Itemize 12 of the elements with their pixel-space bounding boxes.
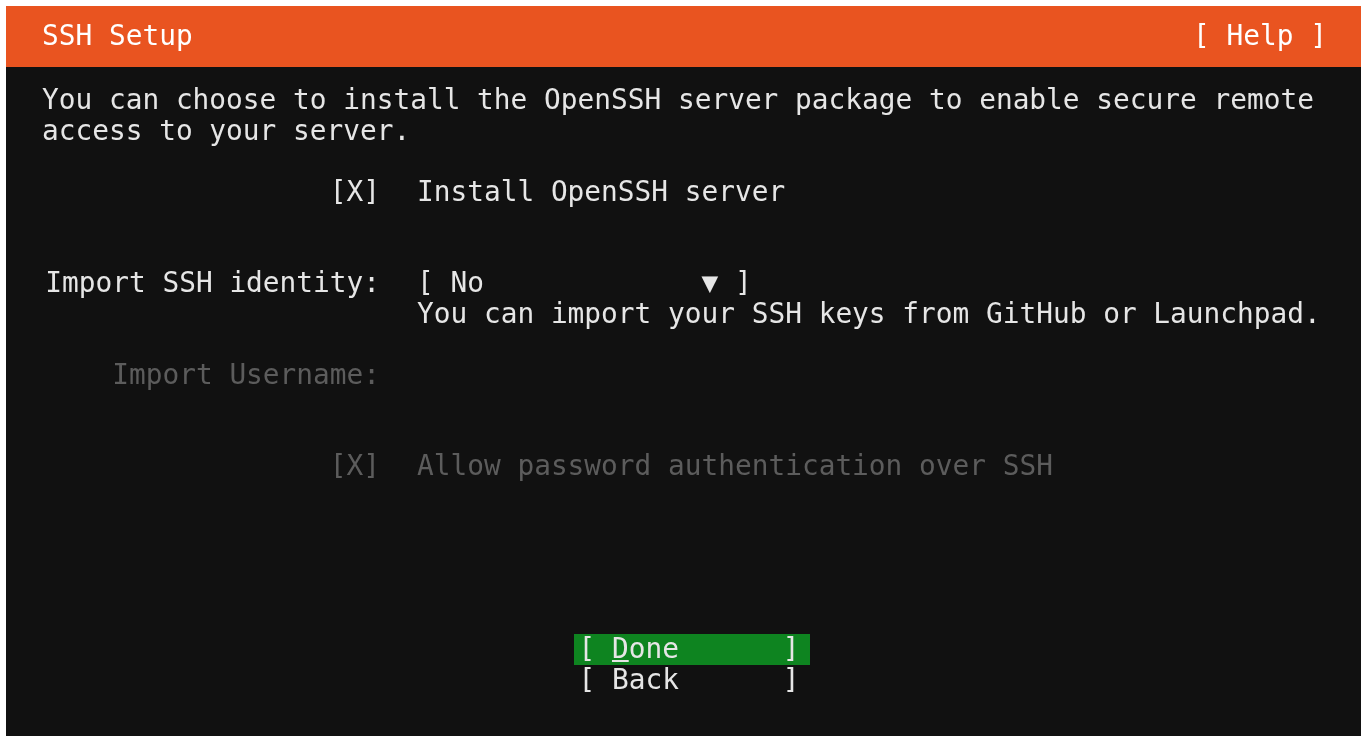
screen-title: SSH Setup xyxy=(42,21,193,52)
help-button[interactable]: [ Help ] xyxy=(1193,21,1327,52)
checkbox[interactable]: [X] xyxy=(329,176,380,207)
menu-button[interactable]: [ Done ] xyxy=(573,634,810,665)
checkbox-label: Install OpenSSH server xyxy=(417,176,786,207)
description-text: You can choose to install the OpenSSH server package to enable secure remote access to your server. xyxy=(42,85,1315,146)
dropdown[interactable]: [ No ▼ ] xyxy=(417,268,752,299)
checkbox-label: Allow password authentication over SSH xyxy=(417,451,1053,482)
menu-button[interactable]: [ Back ] xyxy=(573,664,810,695)
hint-text: You can import your SSH keys from GitHub or Launchpad. xyxy=(417,298,1321,329)
field-label: Import Username: xyxy=(112,359,380,390)
field-label: Import SSH identity: xyxy=(45,268,380,299)
